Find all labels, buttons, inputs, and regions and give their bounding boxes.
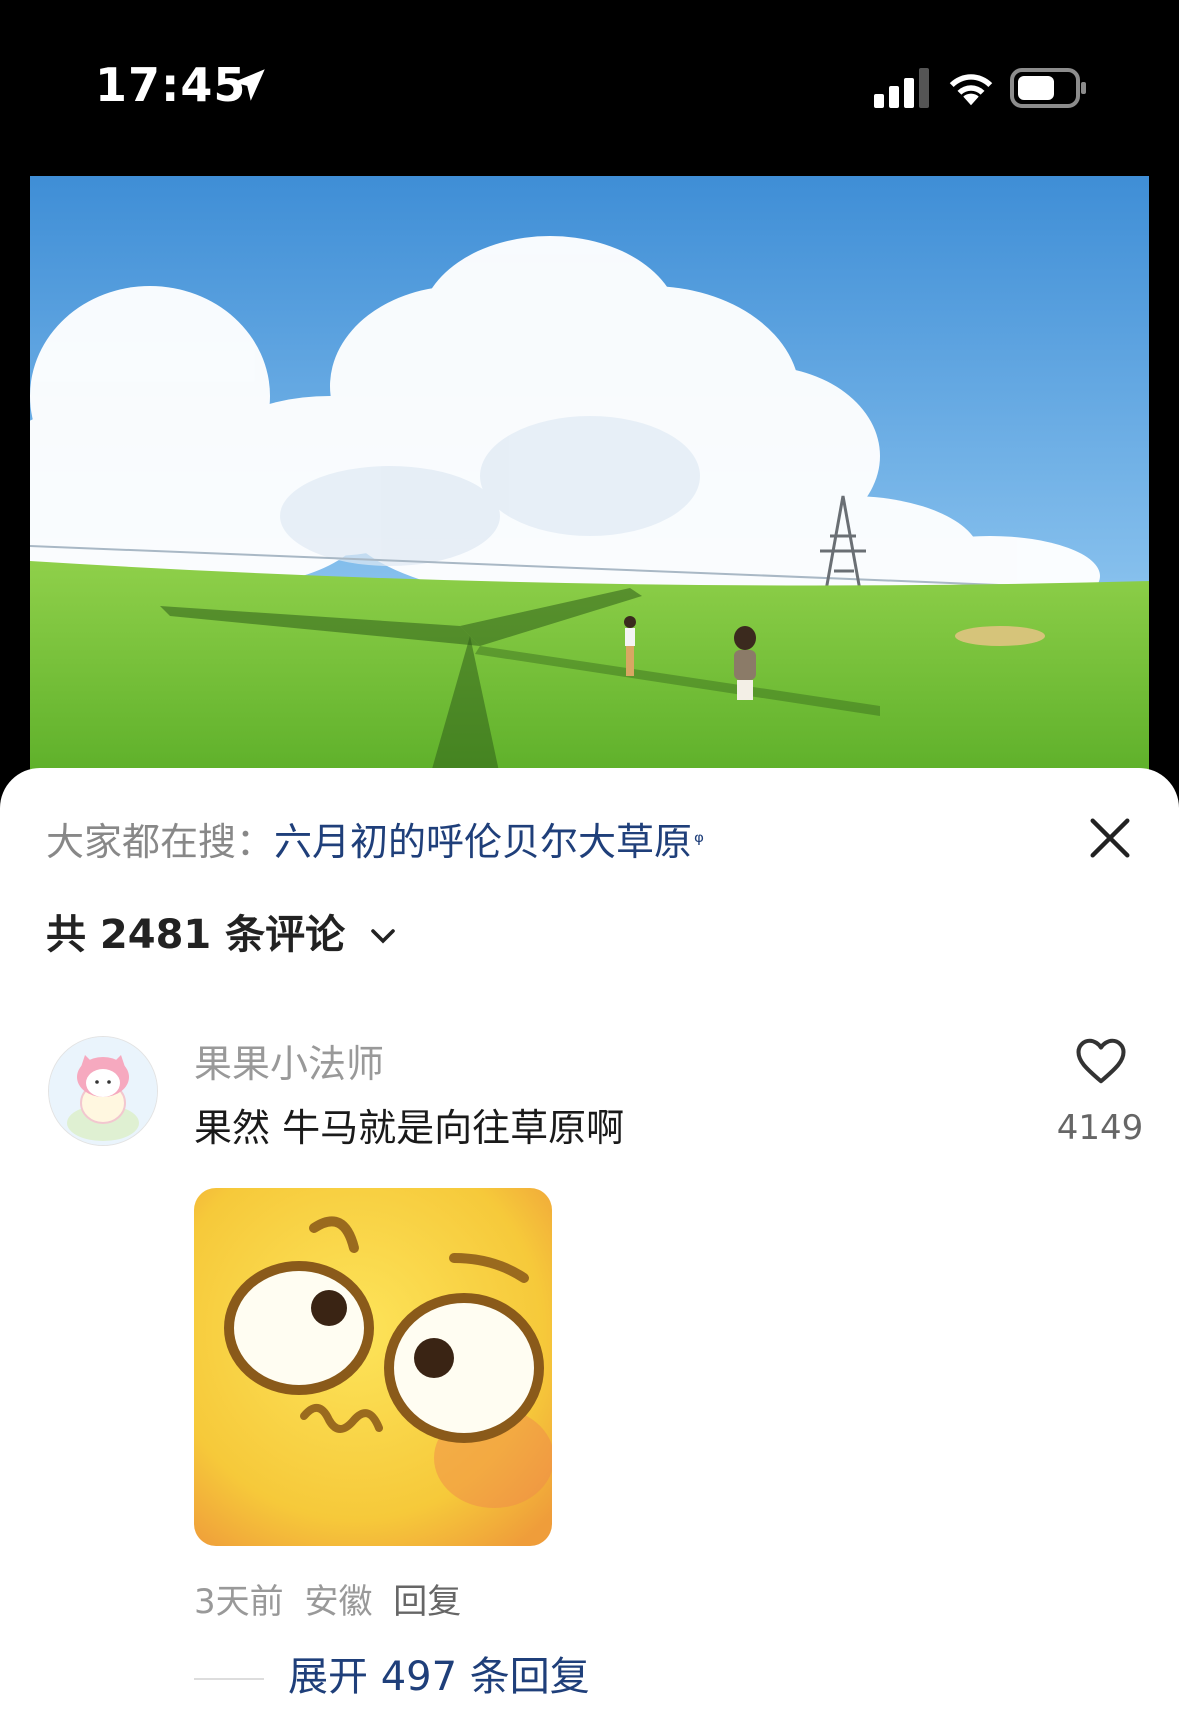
status-bar: 17:45 xyxy=(0,0,1179,170)
divider-line xyxy=(194,1678,264,1680)
trending-search-term[interactable]: 六月初的呼伦贝尔大草原 xyxy=(274,820,692,864)
comment-text: 果然 牛马就是向往草原啊 xyxy=(194,1106,625,1150)
comment-count-label: 共 2481 条评论 xyxy=(46,912,346,958)
video-frame xyxy=(30,176,1149,776)
chevron-down-icon xyxy=(371,929,395,944)
avatar[interactable] xyxy=(48,1036,158,1146)
trending-search[interactable]: 大家都在搜：六月初的呼伦贝尔大草原ᵠ xyxy=(46,818,704,866)
status-time: 17:45 xyxy=(95,58,247,112)
comment-count-selector[interactable]: 共 2481 条评论 xyxy=(46,910,397,960)
comments-sheet: 大家都在搜：六月初的呼伦贝尔大草原ᵠ 共 2481 条评论 果果小法师 果然 牛… xyxy=(0,768,1179,1716)
reply-button[interactable]: 回复 xyxy=(393,1582,461,1622)
location-arrow-icon xyxy=(233,69,265,101)
emoji-sticker xyxy=(194,1188,552,1546)
trending-search-prefix: 大家都在搜： xyxy=(46,820,275,864)
cellular-signal-icon xyxy=(874,68,929,108)
heart-icon[interactable] xyxy=(1074,1036,1128,1086)
comment-meta: 3天前 安徽 回复 xyxy=(194,1580,471,1624)
close-icon[interactable] xyxy=(1084,812,1136,864)
expand-replies-button[interactable]: 展开 497 条回复 xyxy=(194,1652,590,1702)
search-icon: ᵠ xyxy=(694,828,705,856)
comment-sticker-image[interactable] xyxy=(194,1188,552,1546)
like-count: 4149 xyxy=(1056,1108,1144,1148)
comment-username[interactable]: 果果小法师 xyxy=(194,1040,384,1088)
video-player[interactable] xyxy=(30,176,1149,776)
avatar-image xyxy=(49,1037,157,1145)
comment-time: 3天前 xyxy=(194,1582,284,1622)
wifi-icon xyxy=(949,74,993,106)
comment-location: 安徽 xyxy=(304,1582,373,1622)
expand-replies-label: 展开 497 条回复 xyxy=(288,1654,590,1700)
battery-icon xyxy=(1010,68,1086,108)
